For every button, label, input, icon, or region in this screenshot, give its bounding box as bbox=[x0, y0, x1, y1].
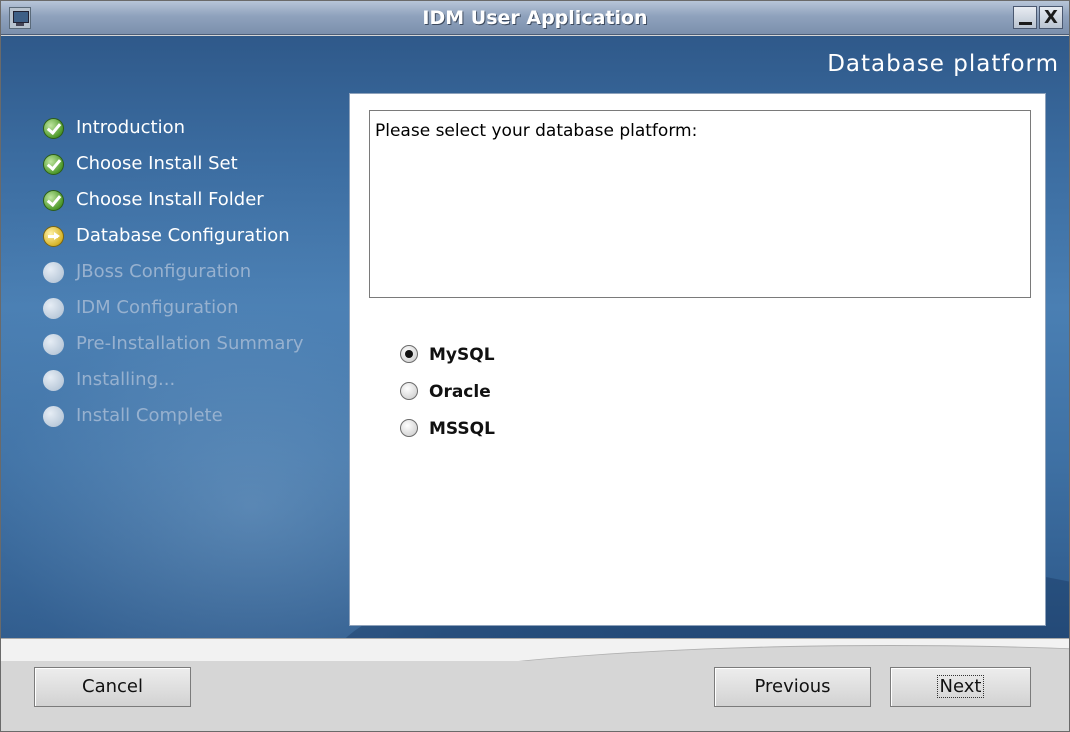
radio-option-oracle[interactable]: Oracle bbox=[399, 382, 495, 419]
pending-dot-icon bbox=[43, 298, 64, 319]
next-button[interactable]: Next bbox=[890, 667, 1031, 707]
check-icon bbox=[43, 154, 64, 175]
pending-dot-icon bbox=[43, 406, 64, 427]
close-button[interactable]: X bbox=[1039, 6, 1063, 29]
instructions-box: Please select your database platform: bbox=[369, 110, 1031, 298]
step-label: Database Configuration bbox=[76, 225, 290, 246]
cancel-button[interactable]: Cancel bbox=[34, 667, 191, 707]
pending-dot-icon bbox=[43, 370, 64, 391]
step-label: Pre-Installation Summary bbox=[76, 333, 304, 354]
radio-option-mysql[interactable]: MySQL bbox=[399, 345, 495, 382]
installer-window: IDM User Application X Database platform… bbox=[0, 0, 1070, 732]
minimize-button[interactable] bbox=[1013, 6, 1037, 29]
step-label: Install Complete bbox=[76, 405, 223, 426]
step-jboss-configuration: JBoss Configuration bbox=[43, 258, 304, 294]
step-label: Choose Install Set bbox=[76, 153, 238, 174]
footer-decoration bbox=[1, 639, 1069, 661]
page-heading: Database platform bbox=[827, 51, 1059, 77]
installer-main-panel: Database platform Introduction Choose In… bbox=[1, 36, 1069, 638]
database-platform-radio-group: MySQL Oracle MSSQL bbox=[399, 345, 495, 456]
radio-button-selected[interactable] bbox=[400, 345, 418, 363]
next-button-label: Next bbox=[936, 675, 985, 698]
window-title: IDM User Application bbox=[422, 7, 648, 29]
step-label: Introduction bbox=[76, 117, 186, 138]
step-label: Choose Install Folder bbox=[76, 189, 264, 210]
radio-label[interactable]: Oracle bbox=[429, 382, 491, 402]
step-label: Installing... bbox=[76, 369, 176, 390]
check-icon bbox=[43, 190, 64, 211]
radio-label[interactable]: MySQL bbox=[429, 345, 495, 365]
step-idm-configuration: IDM Configuration bbox=[43, 294, 304, 330]
radio-button[interactable] bbox=[400, 419, 418, 437]
step-install-complete: Install Complete bbox=[43, 402, 304, 438]
step-installing: Installing... bbox=[43, 366, 304, 402]
close-icon: X bbox=[1044, 7, 1058, 28]
minimize-icon bbox=[1019, 22, 1032, 25]
radio-label[interactable]: MSSQL bbox=[429, 419, 495, 439]
previous-button[interactable]: Previous bbox=[714, 667, 871, 707]
content-panel: Please select your database platform: My… bbox=[349, 93, 1046, 626]
radio-option-mssql[interactable]: MSSQL bbox=[399, 419, 495, 456]
arrow-right-icon bbox=[43, 226, 64, 247]
footer-bar: Cancel Previous Next bbox=[1, 638, 1069, 731]
check-icon bbox=[43, 118, 64, 139]
step-label: IDM Configuration bbox=[76, 297, 239, 318]
radio-button[interactable] bbox=[400, 382, 418, 400]
step-introduction: Introduction bbox=[43, 114, 304, 150]
pending-dot-icon bbox=[43, 334, 64, 355]
pending-dot-icon bbox=[43, 262, 64, 283]
step-pre-installation-summary: Pre-Installation Summary bbox=[43, 330, 304, 366]
step-choose-install-set: Choose Install Set bbox=[43, 150, 304, 186]
title-bar[interactable]: IDM User Application X bbox=[1, 1, 1069, 35]
step-choose-install-folder: Choose Install Folder bbox=[43, 186, 304, 222]
instructions-text: Please select your database platform: bbox=[375, 121, 698, 141]
step-database-configuration: Database Configuration bbox=[43, 222, 304, 258]
step-list: Introduction Choose Install Set Choose I… bbox=[43, 114, 304, 438]
step-label: JBoss Configuration bbox=[76, 261, 252, 282]
